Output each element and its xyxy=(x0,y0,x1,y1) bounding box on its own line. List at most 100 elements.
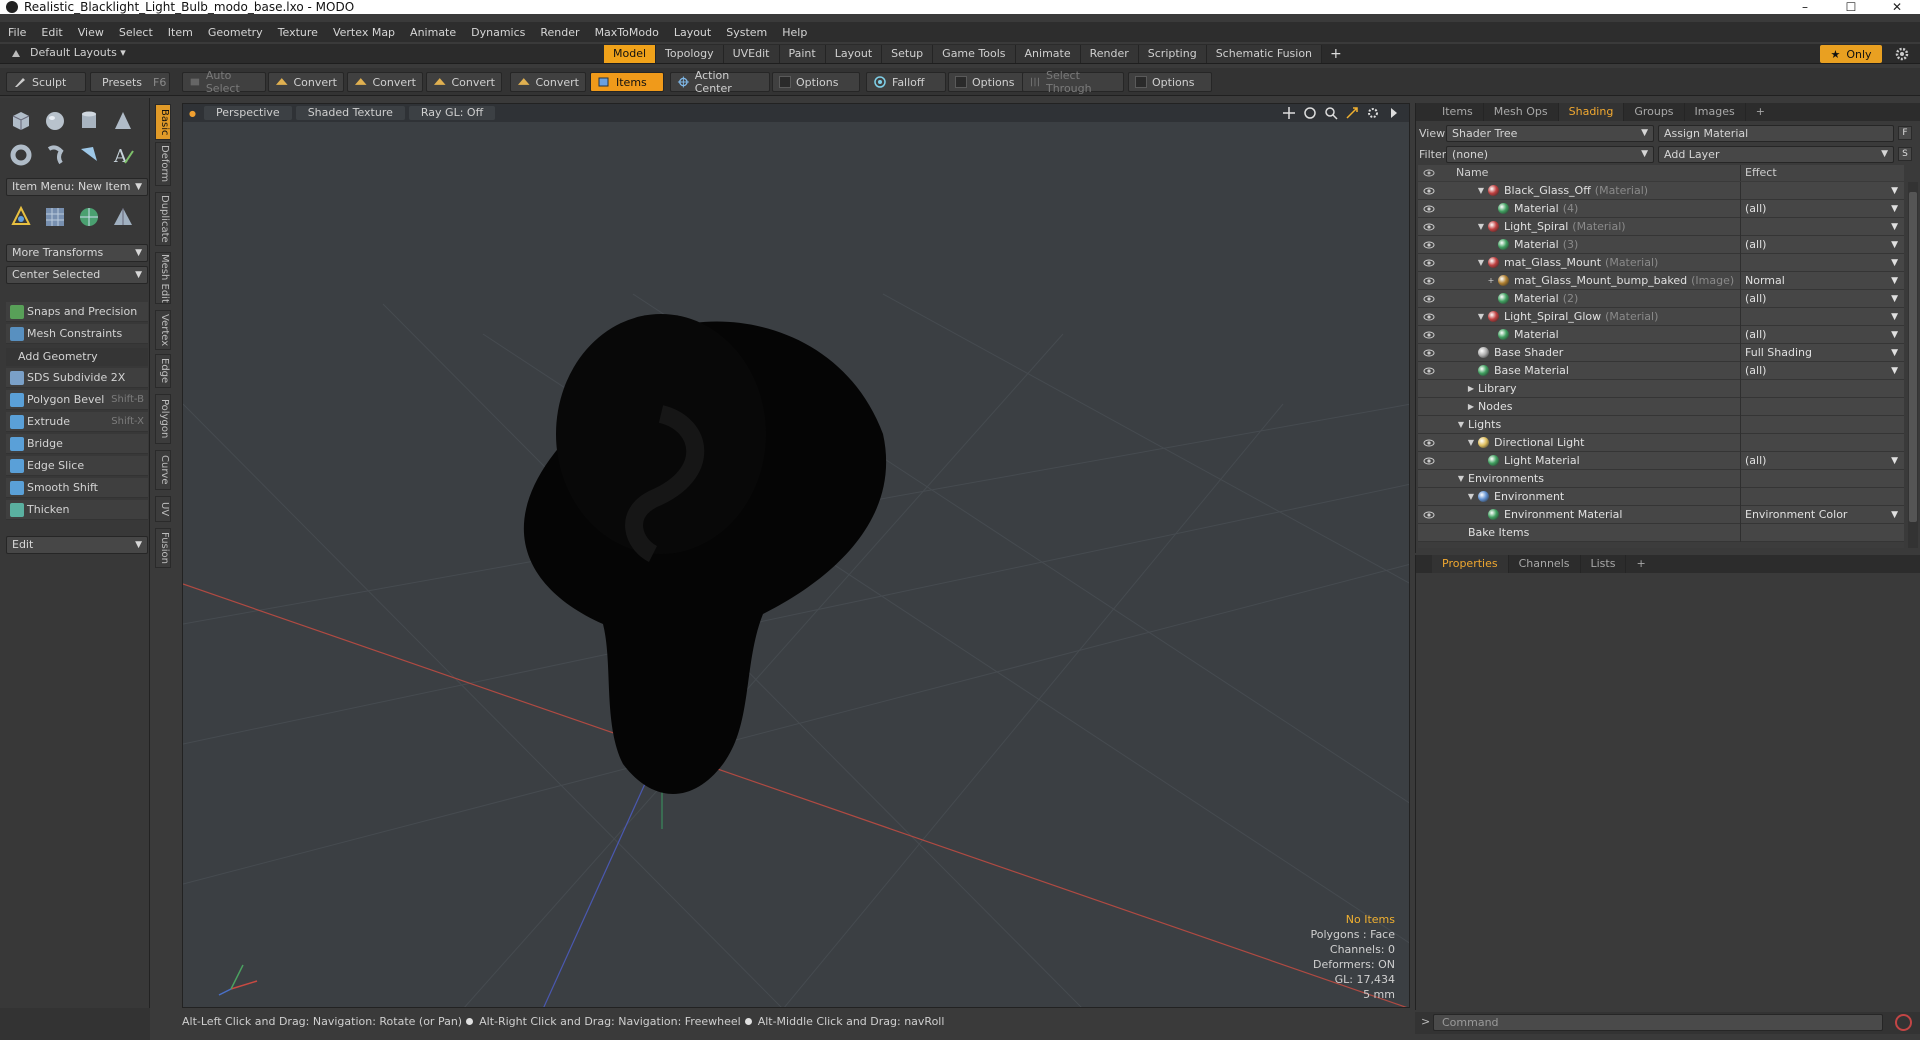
tab-mesh-ops[interactable]: Mesh Ops xyxy=(1484,103,1559,121)
default-layouts-dropdown[interactable]: Default Layouts ▾ xyxy=(10,46,126,59)
tree-row[interactable]: ▼ Black_Glass_Off (Material) ▼ xyxy=(1418,182,1904,200)
menu-animate[interactable]: Animate xyxy=(410,26,456,39)
effect-dropdown[interactable]: (all) ▼ xyxy=(1740,325,1904,344)
pan-icon[interactable] xyxy=(1282,106,1296,120)
pen-icon[interactable] xyxy=(74,140,104,170)
tab-scripting[interactable]: Scripting xyxy=(1138,45,1207,63)
tab-groups[interactable]: Groups xyxy=(1624,103,1685,121)
viewport-settings-icon[interactable] xyxy=(1366,106,1380,120)
auto-select-button[interactable]: Auto Select xyxy=(182,69,266,95)
effect-dropdown[interactable]: ▼ xyxy=(1740,217,1904,236)
tree-row[interactable]: Material (4) (all) ▼ xyxy=(1418,199,1904,218)
cylinder-icon[interactable] xyxy=(74,106,104,136)
visibility-eye-icon[interactable] xyxy=(1418,272,1440,290)
expand-triangle-icon[interactable]: ▶ xyxy=(1466,380,1476,398)
items-button[interactable]: Items xyxy=(590,72,664,92)
effect-column-header[interactable]: Effect xyxy=(1740,165,1904,181)
tree-row[interactable]: Base Material (all) ▼ xyxy=(1418,361,1904,380)
vtab-uv[interactable]: UV xyxy=(155,496,171,522)
effect-dropdown[interactable]: Environment Color ▼ xyxy=(1740,505,1904,524)
capsule-icon[interactable] xyxy=(40,140,70,170)
expand-triangle-icon[interactable]: ▼ xyxy=(1476,218,1486,236)
tree-row[interactable]: Environment Material Environment Color ▼ xyxy=(1418,505,1904,524)
visibility-eye-icon[interactable] xyxy=(1418,416,1440,434)
tab-channels[interactable]: Channels xyxy=(1509,555,1581,573)
menu-item[interactable]: Item xyxy=(168,26,193,39)
scrollbar-thumb[interactable] xyxy=(1909,192,1917,522)
perspective-button[interactable]: Perspective xyxy=(203,106,292,120)
vtab-vertex[interactable]: Vertex xyxy=(155,310,171,350)
3d-viewport[interactable]: ● Perspective Shaded Texture Ray GL: Off… xyxy=(182,103,1410,1008)
tree-row[interactable]: ▼ Light_Spiral (Material) ▼ xyxy=(1418,217,1904,236)
convert-button-2[interactable]: Convert xyxy=(347,72,423,92)
vtab-mesh-edit[interactable]: Mesh Edit xyxy=(155,252,171,304)
sculpt-button[interactable]: Sculpt xyxy=(6,72,86,92)
visibility-eye-icon[interactable] xyxy=(1418,236,1440,254)
menu-dynamics[interactable]: Dynamics xyxy=(471,26,525,39)
tab-setup[interactable]: Setup xyxy=(882,45,934,63)
tree-row[interactable]: ▼ Light_Spiral_Glow (Material) ▼ xyxy=(1418,307,1904,326)
options-checkbox[interactable] xyxy=(955,76,967,88)
effect-dropdown[interactable]: ▼ xyxy=(1740,182,1904,200)
rotate-icon[interactable] xyxy=(1303,106,1317,120)
globe-icon[interactable] xyxy=(74,202,104,232)
add-tab-button[interactable]: + xyxy=(1746,103,1775,121)
presets-button[interactable]: Presets F6 xyxy=(90,72,170,92)
effect-dropdown[interactable]: (all) ▼ xyxy=(1740,289,1904,308)
tree-row[interactable]: Light Material (all) ▼ xyxy=(1418,451,1904,470)
tree-scrollbar[interactable] xyxy=(1908,182,1918,548)
tree-row[interactable]: Material (2) (all) ▼ xyxy=(1418,289,1904,308)
visibility-eye-icon[interactable] xyxy=(1418,488,1440,506)
sds-subdivide-button[interactable]: SDS Subdivide 2X xyxy=(6,368,148,388)
vtab-duplicate[interactable]: Duplicate xyxy=(155,192,171,246)
falloff-button[interactable]: Falloff xyxy=(866,72,946,92)
tab-topology[interactable]: Topology xyxy=(656,45,724,63)
tab-paint[interactable]: Paint xyxy=(779,45,826,63)
add-tab-button[interactable]: + xyxy=(1626,555,1655,573)
tab-schematic-fusion[interactable]: Schematic Fusion xyxy=(1206,45,1323,63)
visibility-eye-icon[interactable] xyxy=(1418,290,1440,308)
visibility-eye-icon[interactable] xyxy=(1418,524,1440,542)
visibility-eye-icon[interactable] xyxy=(1418,398,1440,416)
name-column-header[interactable]: Name xyxy=(1440,165,1740,181)
sphere-icon[interactable] xyxy=(40,106,70,136)
tab-properties[interactable]: Properties xyxy=(1432,555,1509,573)
effect-dropdown[interactable]: (all) ▼ xyxy=(1740,235,1904,254)
cube-icon[interactable] xyxy=(6,106,36,136)
view-dropdown[interactable]: Shader Tree ▼ xyxy=(1446,124,1654,142)
menu-select[interactable]: Select xyxy=(119,26,153,39)
zoom-icon[interactable] xyxy=(1324,106,1338,120)
expand-triangle-icon[interactable]: ▼ xyxy=(1466,434,1476,452)
tree-row[interactable]: ▶ Nodes xyxy=(1418,397,1904,416)
menu-vertex-map[interactable]: Vertex Map xyxy=(333,26,395,39)
snaps-precision-button[interactable]: Snaps and Precision xyxy=(6,302,148,322)
tab-lists[interactable]: Lists xyxy=(1581,555,1627,573)
raygl-button[interactable]: Ray GL: Off xyxy=(408,106,496,120)
visibility-eye-icon[interactable] xyxy=(1418,218,1440,236)
visibility-eye-icon[interactable] xyxy=(1418,380,1440,398)
tab-model[interactable]: Model xyxy=(604,45,657,63)
menu-geometry[interactable]: Geometry xyxy=(208,26,263,39)
effect-dropdown[interactable]: ▼ xyxy=(1740,253,1904,272)
fit-icon[interactable] xyxy=(1345,106,1359,120)
menu-maxtomodo[interactable]: MaxToModo xyxy=(595,26,659,39)
effect-dropdown[interactable]: (all) ▼ xyxy=(1740,451,1904,470)
filter-dropdown[interactable]: (none) ▼ xyxy=(1446,145,1654,163)
visibility-eye-icon[interactable] xyxy=(1418,182,1440,200)
expand-triangle-icon[interactable]: ▶ xyxy=(1466,398,1476,416)
effect-dropdown[interactable] xyxy=(1740,433,1904,452)
expand-plus-icon[interactable]: + xyxy=(1486,272,1496,290)
visibility-eye-icon[interactable] xyxy=(1418,506,1440,524)
tree-row[interactable]: Bake Items xyxy=(1418,523,1904,542)
vtab-polygon[interactable]: Polygon xyxy=(155,394,171,444)
visibility-eye-icon[interactable] xyxy=(1418,434,1440,452)
edit-dropdown[interactable]: Edit ▼ xyxy=(6,536,148,554)
viewport-menu-dot-icon[interactable]: ● xyxy=(189,109,196,118)
select-through-button[interactable]: Select Through xyxy=(1022,69,1124,95)
polygon-bevel-button[interactable]: Polygon Bevel Shift-B xyxy=(6,390,148,410)
tab-uvedit[interactable]: UVEdit xyxy=(723,45,780,63)
bridge-button[interactable]: Bridge xyxy=(6,434,148,454)
transform-icon[interactable] xyxy=(6,202,36,232)
edge-slice-button[interactable]: Edge Slice xyxy=(6,456,148,476)
options-button-3[interactable]: Options xyxy=(1128,72,1212,92)
